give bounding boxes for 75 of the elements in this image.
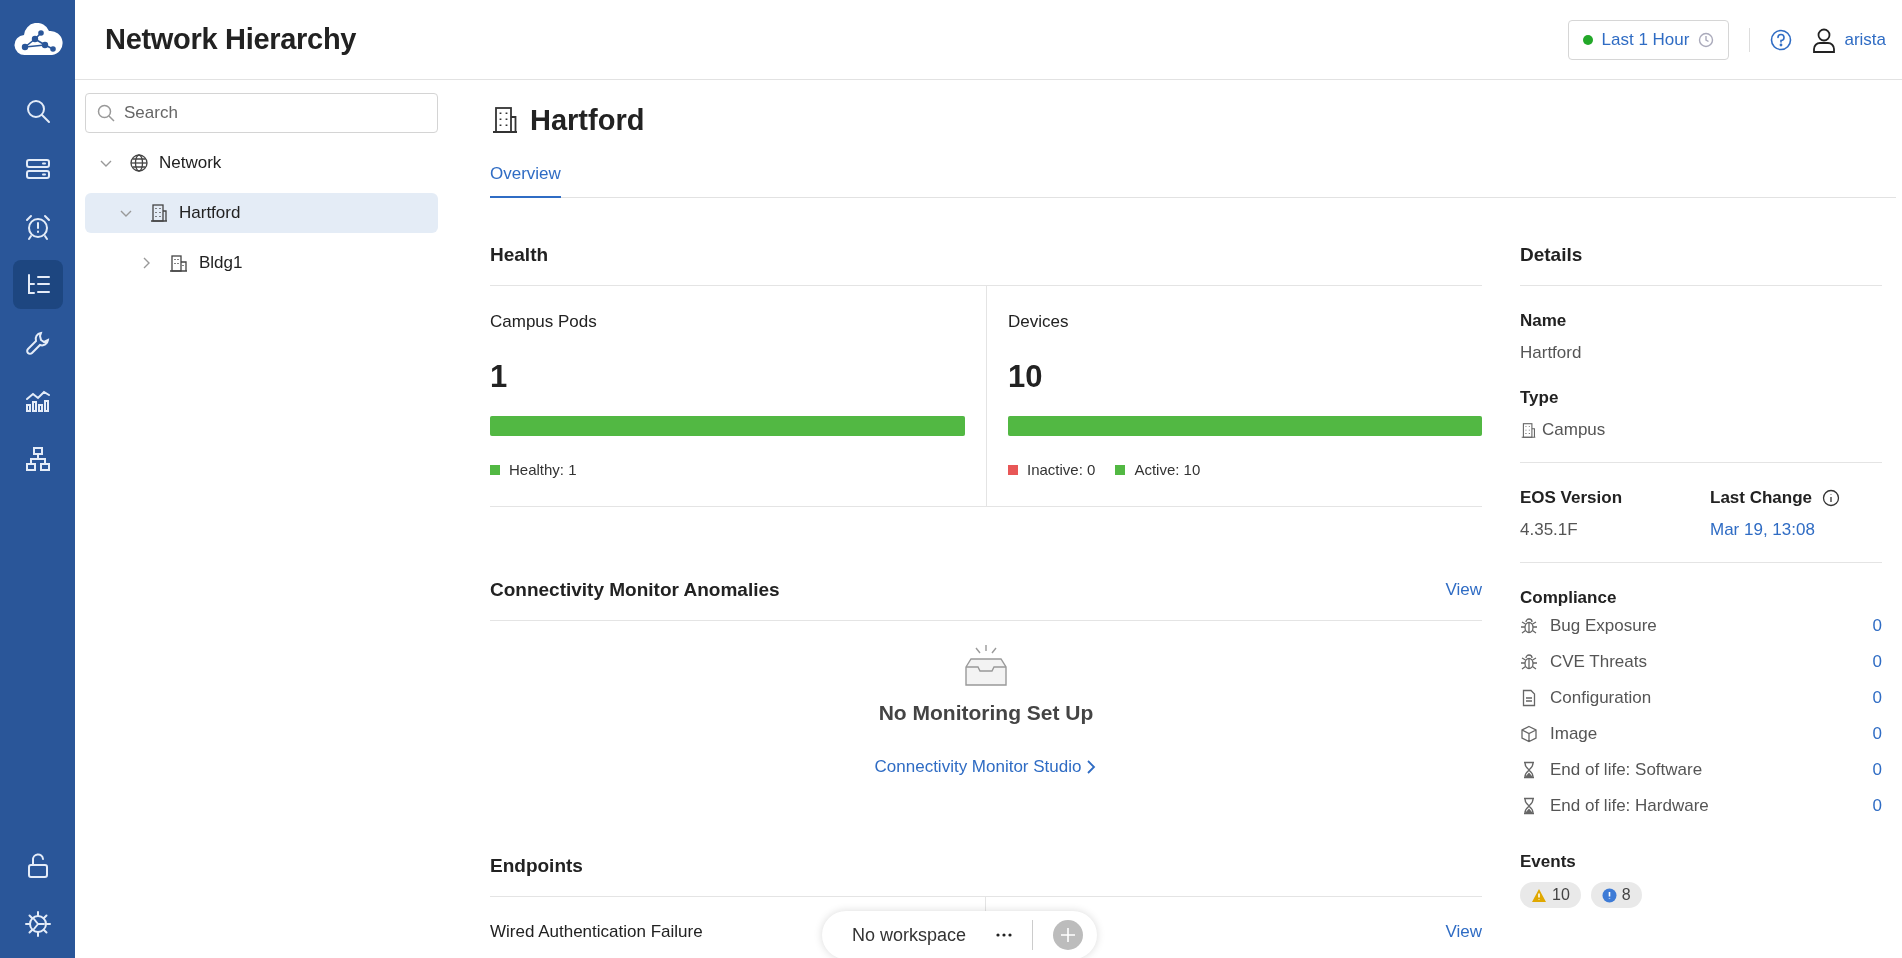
bug-icon [1520, 617, 1538, 635]
building-icon [490, 105, 520, 135]
section-title: Connectivity Monitor Anomalies [490, 578, 780, 601]
legend-label: Active: 10 [1134, 461, 1201, 478]
empty-state-title: No Monitoring Set Up [878, 701, 1094, 725]
field-label: Compliance [1520, 588, 1618, 608]
settings-icon[interactable] [23, 909, 52, 938]
field-label: Type [1520, 388, 1560, 408]
tree-item[interactable]: Bldg1 [85, 243, 438, 283]
empty-tray-icon [962, 643, 1010, 689]
alarm-clock-icon[interactable] [23, 212, 52, 241]
last-change-link[interactable]: Mar 19, 13:08 [1710, 520, 1882, 540]
globe-icon [129, 153, 149, 173]
compliance-count[interactable]: 0 [1872, 796, 1882, 816]
view-link[interactable]: View [1445, 579, 1482, 600]
cube-icon [1520, 725, 1538, 743]
building-icon [149, 203, 169, 223]
chevron-right-icon[interactable] [1085, 759, 1098, 775]
tab[interactable]: Overview [490, 156, 561, 198]
field-label: Name [1520, 311, 1568, 331]
compliance-count[interactable]: 0 [1872, 688, 1882, 708]
compliance-count[interactable]: 0 [1872, 724, 1882, 744]
app-title: Network Hierarchy [105, 23, 357, 56]
view-link[interactable]: View [1445, 922, 1482, 942]
compliance-label: End of life: Hardware [1550, 796, 1710, 816]
more-icon[interactable] [996, 933, 1013, 937]
status-dot-icon [1582, 34, 1593, 45]
field-label: EOS Version [1520, 488, 1624, 508]
page-title: Hartford [530, 103, 645, 137]
metric-label: Devices [1008, 312, 1070, 332]
section-title: Endpoints [490, 854, 583, 877]
info-icon[interactable] [1822, 489, 1841, 507]
workspace-label[interactable]: No workspace [852, 924, 967, 946]
studio-link[interactable]: Connectivity Monitor Studio [874, 757, 1098, 777]
metric-label: Campus Pods [490, 312, 598, 332]
tree-item[interactable]: Network [85, 143, 438, 183]
section-title: Details [1520, 243, 1583, 266]
building-icon [169, 253, 189, 273]
time-range-button[interactable]: Last 1 Hour [1567, 19, 1730, 60]
metric-value: 1 [490, 359, 509, 395]
compliance-count[interactable]: 0 [1872, 760, 1882, 780]
metric-value: 10 [1008, 359, 1044, 395]
legend-label: Inactive: 0 [1027, 461, 1096, 478]
field-value: Campus [1542, 420, 1606, 440]
warning-icon [1531, 887, 1547, 903]
search-icon [97, 104, 115, 122]
event-count-badge[interactable]: 8 [1590, 882, 1642, 908]
user-menu[interactable]: arista [1812, 26, 1886, 53]
compliance-count[interactable]: 0 [1872, 652, 1882, 672]
info-icon [1601, 887, 1617, 903]
event-count-badge[interactable]: 10 [1520, 882, 1581, 908]
document-icon [1520, 689, 1538, 707]
section-title: Health [490, 243, 549, 266]
tree-item[interactable]: Hartford [85, 193, 438, 233]
field-label: Last Change [1710, 488, 1813, 508]
bug-icon [1520, 653, 1538, 671]
compliance-label: Configuration [1550, 688, 1653, 708]
nav-button[interactable] [12, 260, 63, 309]
compliance-label: End of life: Software [1550, 760, 1704, 780]
event-count: 10 [1552, 886, 1570, 904]
search-field[interactable]: Search [85, 93, 438, 133]
compliance-count[interactable]: 0 [1872, 616, 1882, 636]
field-label: Events [1520, 852, 1577, 872]
building-icon [1520, 421, 1537, 439]
field-value: 4.35.1F [1520, 520, 1579, 540]
compliance-label: Image [1550, 724, 1599, 744]
field-value: Hartford [1520, 343, 1583, 363]
network-icon[interactable] [23, 444, 52, 473]
legend-label: Healthy: 1 [509, 461, 577, 478]
endpoint-metric-label: Wired Authentication Failure [490, 922, 703, 942]
compliance-label: Bug Exposure [1550, 616, 1658, 636]
event-count: 8 [1621, 886, 1631, 904]
help-icon[interactable] [1770, 28, 1793, 51]
user-icon[interactable] [1812, 26, 1837, 53]
compliance-label: CVE Threats [1550, 652, 1648, 672]
